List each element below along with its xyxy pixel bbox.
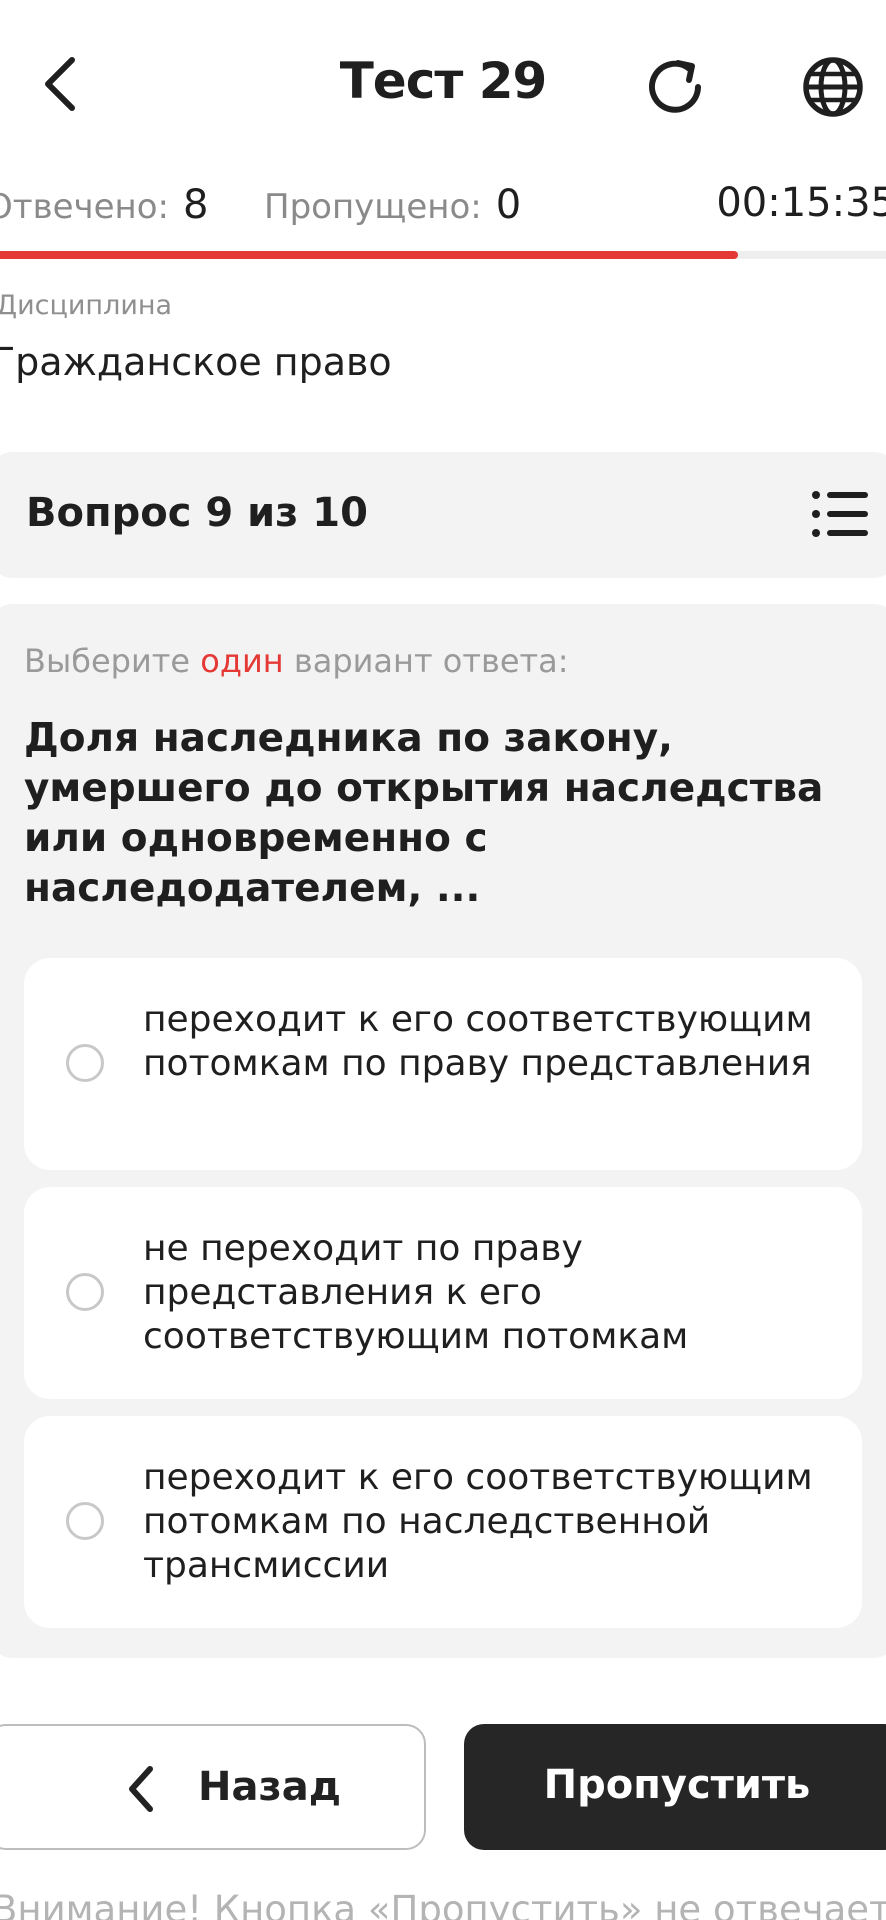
answered-stat: Отвечено: 8 <box>0 182 208 228</box>
reload-button[interactable] <box>632 44 718 130</box>
answer-hint: Выберите один вариант ответа: <box>24 642 569 680</box>
question-card: Выберите один вариант ответа: Доля насле… <box>0 604 886 1658</box>
previous-button-label: Назад <box>198 1764 342 1810</box>
radio-button[interactable] <box>66 1044 104 1082</box>
list-icon <box>812 491 868 537</box>
answer-option[interactable]: не переходит по праву представления к ег… <box>24 1187 862 1399</box>
answered-count: 8 <box>183 182 209 228</box>
skipped-stat: Пропущено: 0 <box>264 182 521 228</box>
answered-label: Отвечено: <box>0 187 170 227</box>
answer-text: не переходит по праву представления к ег… <box>143 1228 689 1357</box>
hint-before: Выберите <box>24 642 201 680</box>
page-title: Тест 29 <box>339 52 548 110</box>
globe-icon <box>803 57 863 117</box>
skip-button[interactable]: Пропустить <box>464 1724 886 1850</box>
question-header: Вопрос 9 из 10 <box>0 452 886 578</box>
progress-bar <box>0 251 886 259</box>
skip-notice: Внимание! Кнопка «Пропустить» не отвечае… <box>0 1888 886 1920</box>
radio-button[interactable] <box>66 1502 104 1540</box>
discipline-label: Дисциплина <box>0 290 173 321</box>
language-button[interactable] <box>790 44 876 130</box>
answer-text: переходит к его соответствующим потомкам… <box>143 999 813 1084</box>
skipped-count: 0 <box>495 182 522 228</box>
timer: 00:15:35 <box>716 180 886 226</box>
question-text: Доля наследника по закону, умершего до о… <box>24 716 824 911</box>
question-list-button[interactable] <box>812 490 868 538</box>
discipline-value: Гражданское право <box>0 340 392 384</box>
skipped-label: Пропущено: <box>264 187 482 227</box>
hint-after: вариант ответа: <box>283 642 569 680</box>
hint-accent: один <box>200 642 284 680</box>
answer-option[interactable]: переходит к его соответствующим потомкам… <box>24 958 862 1170</box>
previous-button[interactable]: Назад <box>0 1724 426 1850</box>
stats-bar: Отвечено: 8 Пропущено: 0 00:15:35 <box>0 180 886 232</box>
progress-fill <box>0 251 739 259</box>
reload-icon <box>649 60 701 113</box>
answer-text: переходит к его соответствующим потомкам… <box>143 1457 813 1586</box>
test-screen: Тест 29 Отвечено: 8 Пропущено: 0 00:15:35 <box>0 0 886 1920</box>
chevron-left-icon <box>129 1766 153 1812</box>
question-number: Вопрос 9 из 10 <box>26 490 368 536</box>
header: Тест 29 <box>0 0 886 170</box>
skip-button-label: Пропустить <box>543 1762 811 1808</box>
radio-button[interactable] <box>66 1273 104 1311</box>
answer-option[interactable]: переходит к его соответствующим потомкам… <box>24 1416 862 1628</box>
